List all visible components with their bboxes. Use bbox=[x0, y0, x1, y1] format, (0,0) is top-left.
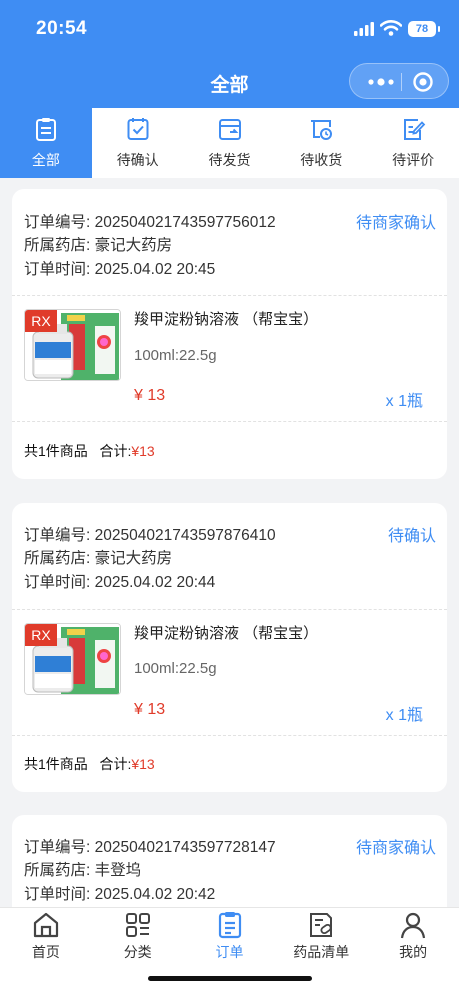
divider bbox=[12, 295, 447, 296]
order-number: 20250402174359787641​0 bbox=[94, 527, 276, 544]
pharmacy-label: 所属药店: bbox=[24, 550, 91, 567]
order-summary: 共1件商品 合计:¥13 bbox=[24, 754, 155, 774]
order-card[interactable]: 订单编号: 20250402174359787641​0 待确认 所属药店: 豪… bbox=[12, 503, 447, 792]
pharmacy-row: 所属药店: 丰登坞 bbox=[24, 858, 141, 880]
miniapp-capsule bbox=[349, 63, 449, 99]
order-number: 20250402174359775601​2 bbox=[94, 214, 276, 231]
order-time-row: 订单时间: 2025.04.02 20:44 bbox=[24, 570, 215, 592]
tab-pending-ship[interactable]: 待发货 bbox=[184, 108, 276, 178]
product-image[interactable]: RX bbox=[24, 309, 121, 381]
bottom-tab-orders[interactable]: 订单 bbox=[184, 908, 276, 968]
order-number-row: 订单编号: 20250402174359772814​7 bbox=[24, 835, 276, 857]
product-price: ¥ 13 bbox=[134, 701, 166, 718]
order-time-label: 订单时间: bbox=[24, 261, 91, 278]
tab-pending-confirm[interactable]: 待确认 bbox=[92, 108, 184, 178]
order-clipboard-icon bbox=[218, 912, 241, 939]
pharmacy-name: 丰登坞 bbox=[94, 862, 142, 879]
total-label: 合计: bbox=[99, 756, 132, 772]
order-number-label: 订单编号: bbox=[24, 214, 91, 231]
pharmacy-label: 所属药店: bbox=[24, 237, 91, 254]
order-time: 2025.04.02 20:44 bbox=[94, 574, 216, 591]
tab-label: 待收货 bbox=[300, 152, 343, 168]
product-quantity: x 1瓶 bbox=[385, 707, 423, 724]
medicine-list-icon bbox=[310, 913, 333, 937]
battery-indicator: 78 bbox=[408, 21, 440, 37]
tab-pending-review[interactable]: 待评价 bbox=[367, 108, 459, 178]
total-label: 合计: bbox=[99, 443, 132, 459]
bottom-tab-medicine-list[interactable]: 药品清单 bbox=[275, 908, 367, 968]
bottom-tab-label: 药品清单 bbox=[293, 944, 350, 960]
divider bbox=[12, 609, 447, 610]
item-count: 共1件商品 bbox=[24, 756, 88, 772]
order-time-label: 订单时间: bbox=[24, 886, 91, 903]
bottom-tab-home[interactable]: 首页 bbox=[0, 908, 92, 968]
rx-badge: RX bbox=[25, 310, 57, 332]
order-time-label: 订单时间: bbox=[24, 574, 91, 591]
pharmacy-name: 豪记大药房 bbox=[94, 550, 173, 567]
product-name[interactable]: 羧甲淀粉钠溶液 （帮宝宝） bbox=[134, 308, 318, 329]
product-spec: 100ml:22.5g bbox=[134, 660, 217, 677]
pharmacy-row: 所属药店: 豪记大药房 bbox=[24, 546, 172, 568]
tab-label: 待评价 bbox=[392, 152, 435, 168]
total-amount: ¥13 bbox=[131, 756, 155, 772]
nav-bar: 全部 bbox=[0, 58, 459, 108]
order-time: 2025.04.02 20:42 bbox=[94, 886, 216, 903]
order-number-label: 订单编号: bbox=[24, 839, 91, 856]
bottom-tab-label: 分类 bbox=[123, 944, 152, 960]
more-options-icon[interactable] bbox=[362, 72, 402, 92]
item-count: 共1件商品 bbox=[24, 443, 88, 459]
order-time: 2025.04.02 20:45 bbox=[94, 261, 216, 278]
tab-label: 待确认 bbox=[116, 152, 159, 168]
tab-label: 全部 bbox=[31, 152, 60, 168]
tab-all[interactable]: 全部 bbox=[0, 108, 92, 178]
bottom-tab-category[interactable]: 分类 bbox=[92, 908, 184, 968]
status-time: 20:54 bbox=[36, 18, 88, 39]
divider bbox=[12, 735, 447, 736]
order-summary: 共1件商品 合计:¥13 bbox=[24, 441, 155, 461]
product-name[interactable]: 羧甲淀粉钠溶液 （帮宝宝） bbox=[134, 622, 318, 643]
cellular-signal-icon bbox=[354, 22, 374, 36]
pharmacy-row: 所属药店: 豪记大药房 bbox=[24, 233, 172, 255]
order-time-row: 订单时间: 2025.04.02 20:42 bbox=[24, 882, 215, 904]
order-status: 待商家确认 bbox=[355, 215, 436, 232]
product-image[interactable]: RX bbox=[24, 623, 121, 695]
divider bbox=[12, 421, 447, 422]
tab-pending-receive[interactable]: 待收货 bbox=[275, 108, 367, 178]
order-number-label: 订单编号: bbox=[24, 527, 91, 544]
category-grid-icon bbox=[125, 913, 150, 937]
order-number-row: 订单编号: 20250402174359787641​0 bbox=[24, 523, 276, 545]
checklist-icon bbox=[127, 118, 149, 140]
user-profile-icon bbox=[401, 912, 426, 939]
all-orders-icon bbox=[36, 118, 56, 141]
tab-label: 待发货 bbox=[208, 152, 251, 168]
status-bar: 20:54 78 bbox=[0, 0, 459, 58]
order-status: 待确认 bbox=[387, 528, 436, 545]
bottom-tab-label: 首页 bbox=[31, 944, 60, 960]
order-number-row: 订单编号: 20250402174359775601​2 bbox=[24, 210, 276, 232]
order-status-tabs: 全部 待确认 待发货 待收货 待评价 bbox=[0, 108, 459, 178]
home-icon bbox=[33, 912, 59, 938]
close-miniapp-icon[interactable] bbox=[412, 71, 434, 93]
home-indicator bbox=[148, 976, 312, 981]
product-price: ¥ 13 bbox=[134, 387, 166, 404]
capsule-divider bbox=[401, 73, 402, 91]
order-status: 待商家确认 bbox=[355, 840, 436, 857]
rx-badge: RX bbox=[25, 624, 57, 646]
product-quantity: x 1瓶 bbox=[385, 393, 423, 410]
pharmacy-name: 豪记大药房 bbox=[94, 237, 173, 254]
shipping-box-icon bbox=[218, 119, 241, 140]
bottom-tab-profile[interactable]: 我的 bbox=[367, 908, 459, 968]
order-number: 20250402174359772814​7 bbox=[94, 839, 276, 856]
product-spec: 100ml:22.5g bbox=[134, 347, 217, 364]
pharmacy-label: 所属药店: bbox=[24, 862, 91, 879]
wifi-icon bbox=[380, 20, 402, 36]
review-pencil-icon bbox=[404, 119, 426, 140]
bottom-tab-label: 订单 bbox=[215, 944, 244, 960]
order-card[interactable]: 订单编号: 20250402174359775601​2 待商家确认 所属药店:… bbox=[12, 189, 447, 479]
bottom-tab-label: 我的 bbox=[399, 944, 428, 960]
total-amount: ¥13 bbox=[131, 443, 155, 459]
delivery-clock-icon bbox=[311, 120, 333, 140]
order-time-row: 订单时间: 2025.04.02 20:45 bbox=[24, 257, 215, 279]
